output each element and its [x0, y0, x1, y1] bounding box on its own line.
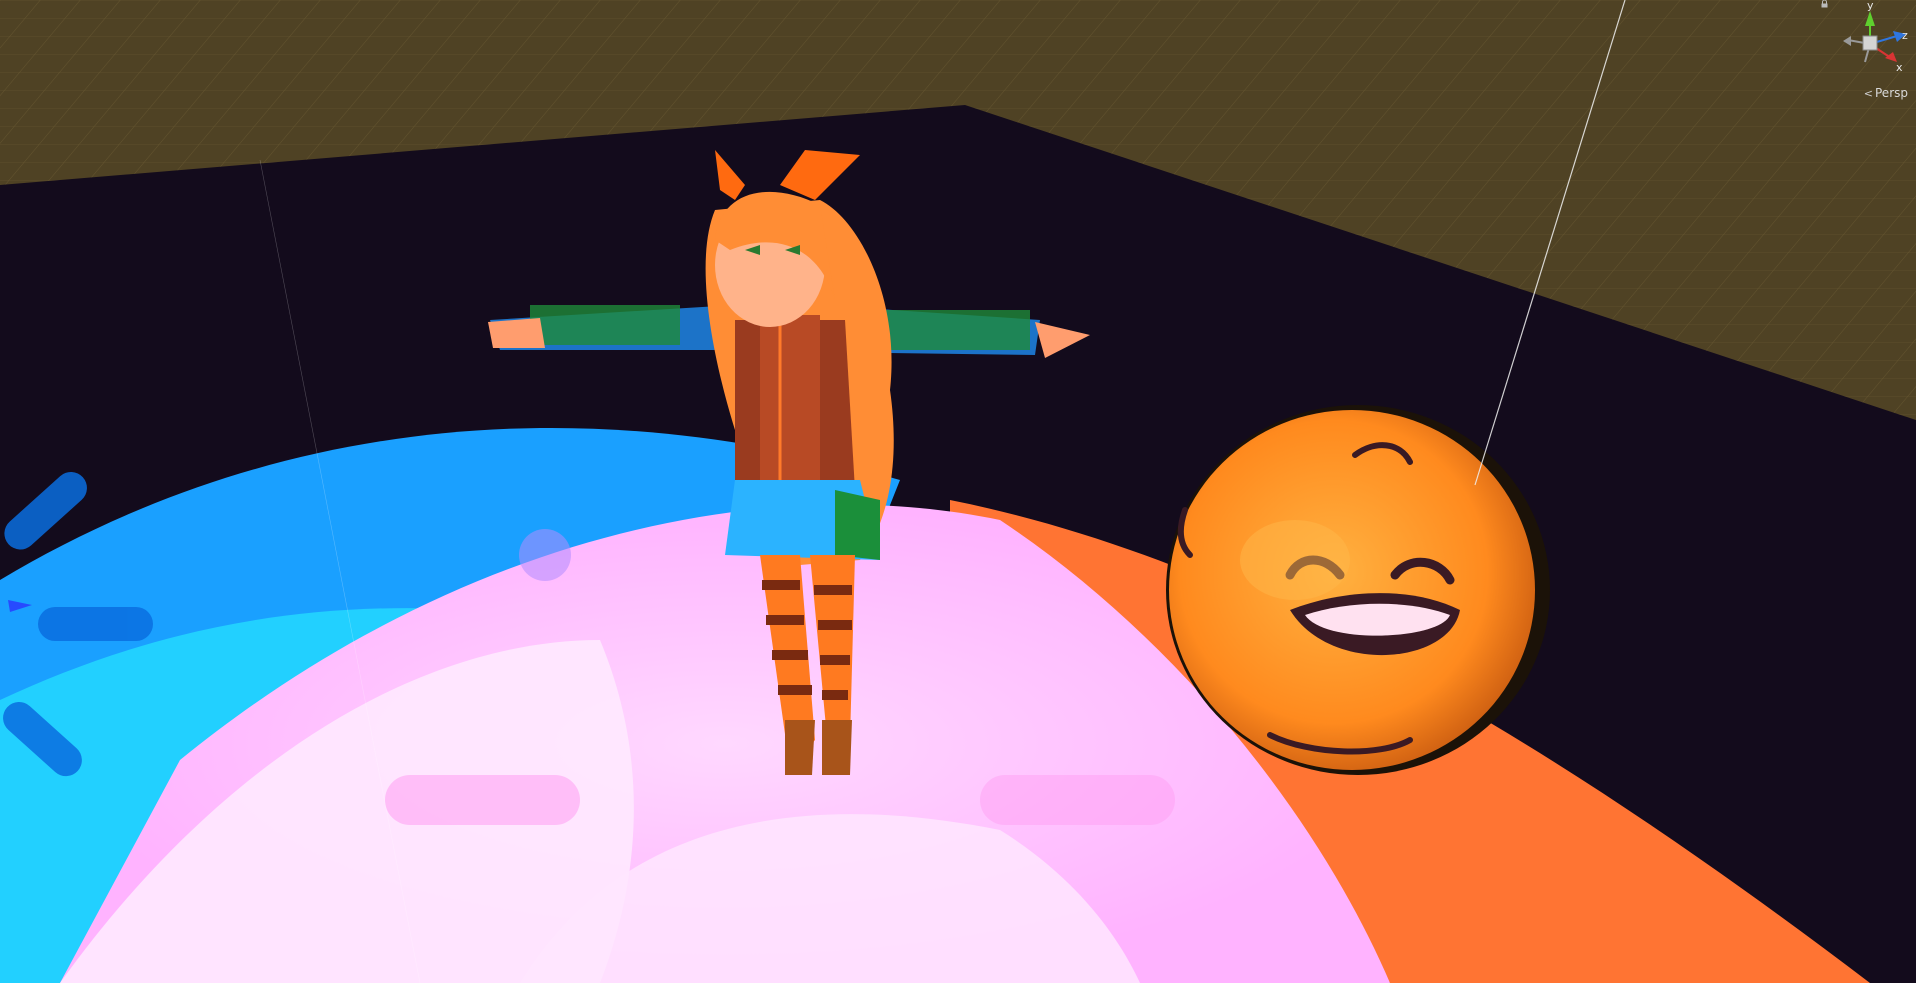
projection-label: Persp: [1875, 86, 1908, 100]
axis-z-label: z: [1902, 29, 1908, 42]
projection-toggle[interactable]: < Persp: [1864, 86, 1908, 100]
emoji-ball[interactable]: [1166, 405, 1550, 775]
lock-icon[interactable]: [1821, 0, 1828, 8]
chevron-left-icon: <: [1863, 86, 1873, 100]
axis-x-label: x: [1896, 61, 1903, 74]
scene-viewport[interactable]: y z x < Persp: [0, 0, 1916, 983]
scene-render[interactable]: [0, 0, 1916, 983]
axis-y-label: y: [1867, 0, 1874, 12]
pink-pill-right: [980, 775, 1175, 825]
pink-pill-left: [385, 775, 580, 825]
pink-dot: [519, 529, 571, 581]
